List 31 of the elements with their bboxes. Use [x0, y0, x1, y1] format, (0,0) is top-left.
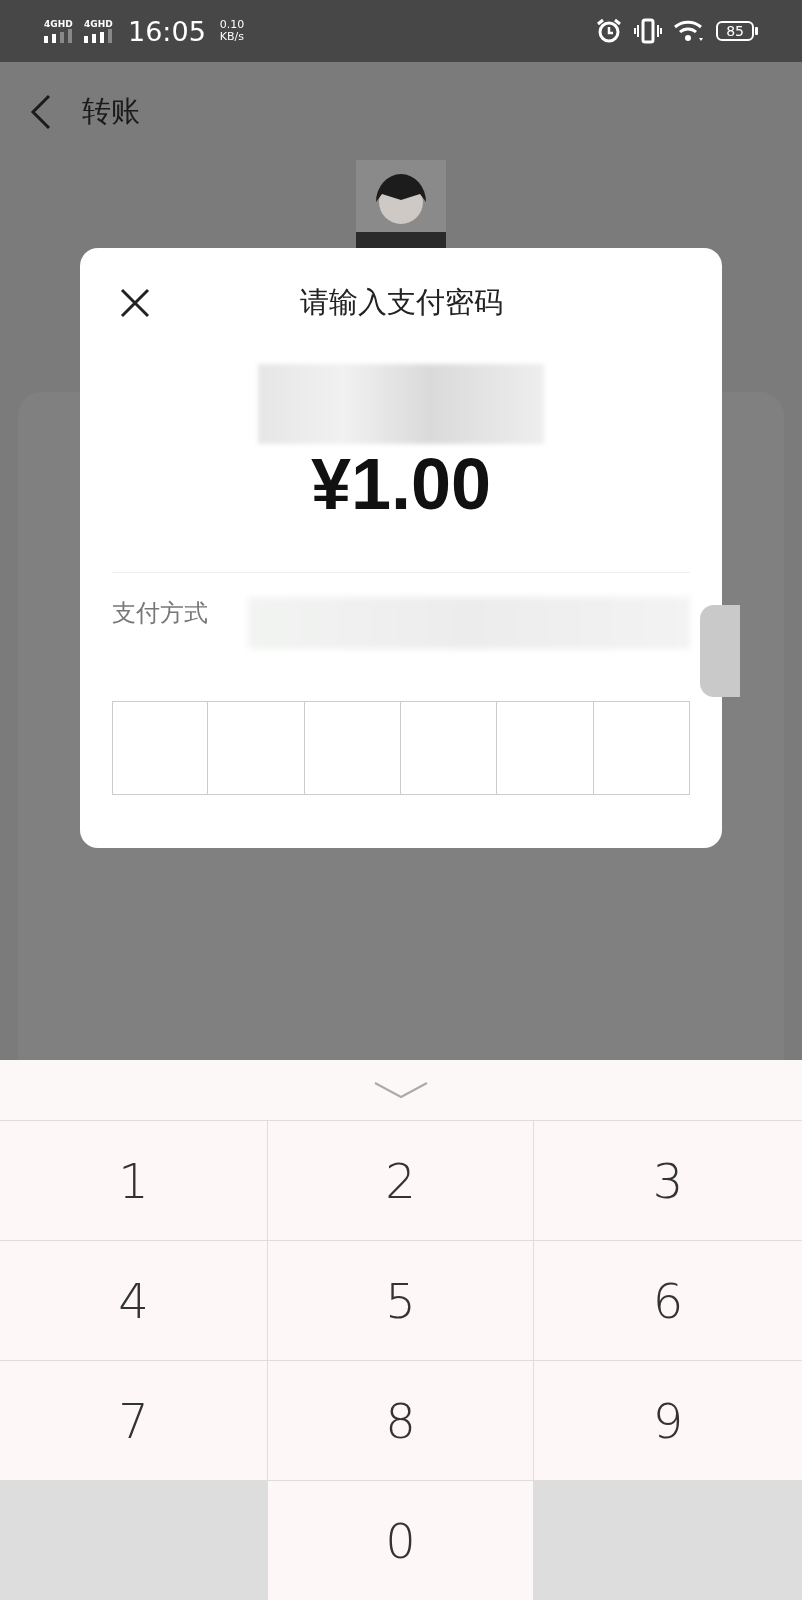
pin-cell[interactable]	[400, 701, 498, 795]
alarm-clock-icon	[596, 18, 623, 44]
digit-key[interactable]: 2	[268, 1121, 534, 1241]
battery-indicator: 85	[716, 21, 758, 41]
vibrate-icon	[634, 18, 663, 44]
network-speed: 0.10	[219, 19, 245, 31]
avatar-icon	[356, 160, 446, 250]
pin-cell[interactable]	[303, 701, 401, 795]
digit-key[interactable]: 8	[268, 1361, 534, 1481]
digit-key[interactable]: 1	[0, 1121, 268, 1241]
status-time: 16:05	[128, 15, 206, 47]
collapse-chevron-icon[interactable]	[373, 1081, 429, 1099]
pin-cell[interactable]	[592, 701, 690, 795]
signal-icon	[44, 29, 74, 43]
close-icon[interactable]	[120, 288, 150, 318]
wifi-icon	[674, 19, 705, 43]
payment-method-label: 支付方式	[112, 598, 208, 629]
network-speed-unit: KB/s	[219, 31, 245, 43]
dialog-title: 请输入支付密码	[299, 284, 503, 321]
network-type-label: 4GHD	[44, 19, 73, 29]
network-type-label: 4GHD	[84, 19, 113, 29]
payment-amount: ¥1.00	[309, 444, 493, 524]
back-icon[interactable]	[30, 94, 52, 130]
pin-cell[interactable]	[207, 701, 305, 795]
page-title: 转账	[82, 93, 140, 130]
digit-key[interactable]: 4	[0, 1241, 268, 1361]
digit-key[interactable]: 7	[0, 1361, 268, 1481]
signal-icon	[84, 29, 114, 43]
digit-key[interactable]: 5	[268, 1241, 534, 1361]
pin-cell[interactable]	[112, 701, 209, 795]
pin-cell[interactable]	[496, 701, 594, 795]
